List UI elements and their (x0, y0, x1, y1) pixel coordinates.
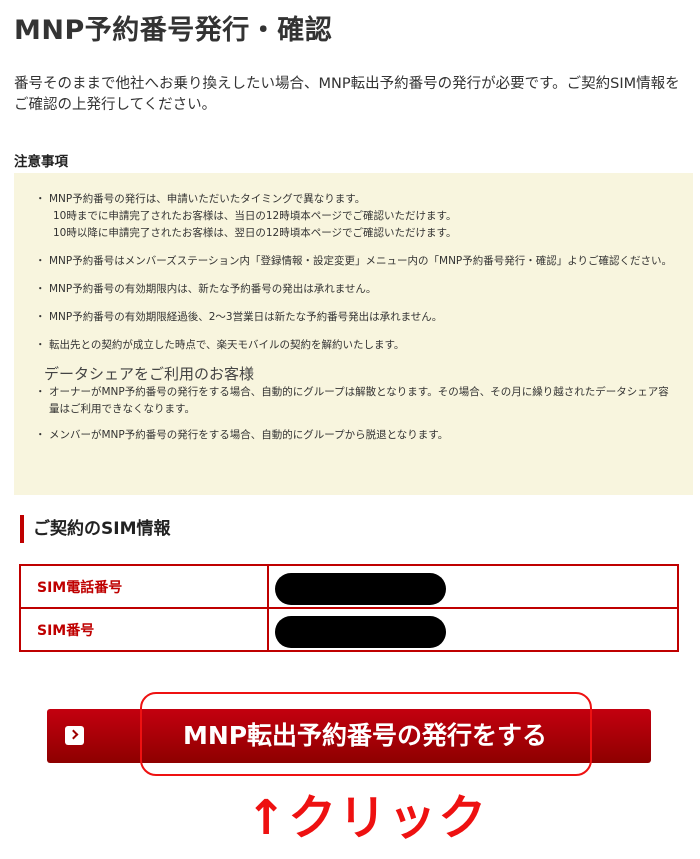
issue-mnp-number-button[interactable]: MNP転出予約番号の発行をする (47, 709, 651, 763)
notice-item: MNP予約番号はメンバーズステーション内「登録情報・設定変更」メニュー内の「MN… (35, 253, 675, 270)
issue-button-label: MNP転出予約番号の発行をする (182, 721, 548, 750)
sim-info-heading: ご契約のSIM情報 (20, 515, 171, 543)
redaction-mark (275, 616, 446, 648)
notice-heading: 注意事項 (14, 154, 68, 170)
notice-list: MNP予約番号の発行は、申請いただいたタイミングで異なります。 10時までに申請… (35, 191, 675, 354)
notice-subitem: 10時以降に申請完了されたお客様は、翌日の12時頃本ページでご確認いただけます。 (53, 227, 457, 239)
datashare-item: オーナーがMNP予約番号の発行をする場合、自動的にグループは解散となります。その… (35, 384, 675, 418)
click-annotation: ↑クリック (246, 790, 489, 846)
notice-item: MNP予約番号の有効期限経過後、2〜3営業日は新たな予約番号発出は承れません。 (35, 309, 675, 326)
page-title: MNP予約番号発行・確認 (14, 15, 333, 46)
notice-item-text: MNP予約番号の発行は、申請いただいたタイミングで異なります。 (49, 193, 366, 205)
sim-number-value (267, 607, 679, 652)
notice-item: MNP予約番号の有効期限内は、新たな予約番号の発出は承れません。 (35, 281, 675, 298)
datashare-item: メンバーがMNP予約番号の発行をする場合、自動的にグループから脱退となります。 (35, 427, 675, 444)
table-row: SIM番号 (19, 607, 679, 652)
sim-info-table: SIM電話番号 SIM番号 (19, 564, 679, 652)
notice-item: MNP予約番号の発行は、申請いただいたタイミングで異なります。 10時までに申請… (35, 191, 675, 242)
notice-box: MNP予約番号の発行は、申請いただいたタイミングで異なります。 10時までに申請… (14, 173, 693, 495)
sim-phone-value (267, 564, 679, 609)
datashare-heading: データシェアをご利用のお客様 (44, 365, 255, 383)
redaction-mark (275, 573, 446, 605)
table-row: SIM電話番号 (19, 564, 679, 609)
sim-phone-label: SIM電話番号 (19, 564, 269, 609)
notice-item: 転出先との契約が成立した時点で、楽天モバイルの契約を解約いたします。 (35, 337, 675, 354)
sim-number-label: SIM番号 (19, 607, 269, 652)
intro-text: 番号そのままで他社へお乗り換えしたい場合、MNP転出予約番号の発行が必要です。ご… (14, 76, 680, 113)
notice-subitem: 10時までに申請完了されたお客様は、当日の12時頃本ページでご確認いただけます。 (53, 210, 457, 222)
datashare-list: オーナーがMNP予約番号の発行をする場合、自動的にグループは解散となります。その… (35, 384, 675, 444)
